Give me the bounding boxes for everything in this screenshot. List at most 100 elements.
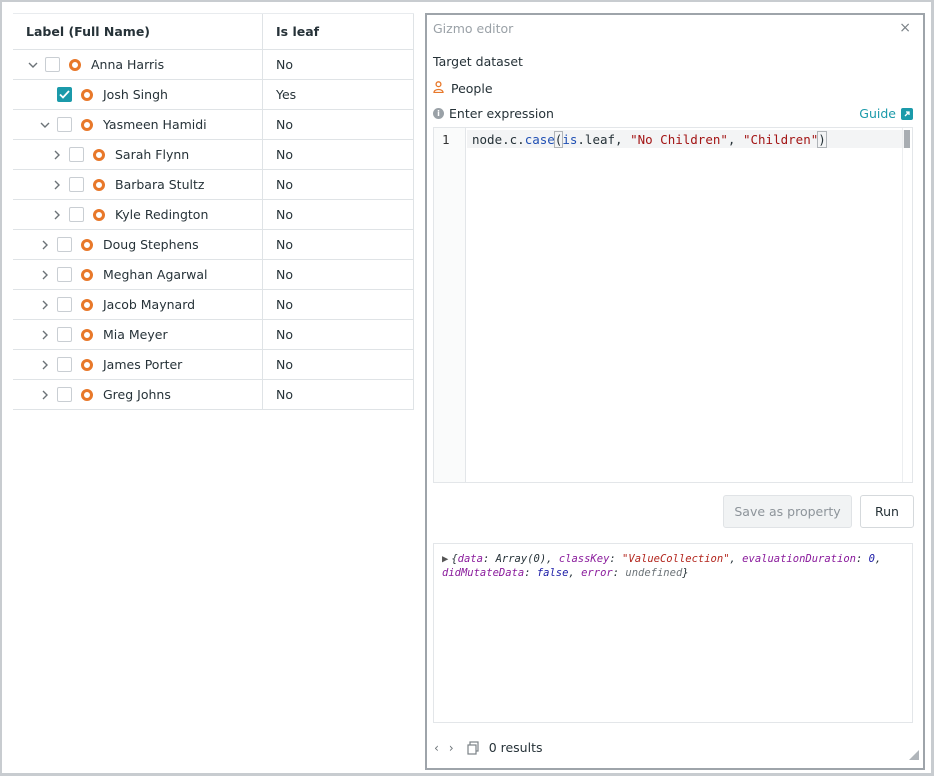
target-dataset-value[interactable]: People — [433, 81, 493, 96]
table-row[interactable]: James Porter No — [13, 350, 414, 380]
code-scrollbar[interactable] — [902, 128, 912, 482]
chevron-right-icon[interactable] — [39, 269, 51, 281]
row-checkbox[interactable] — [57, 87, 72, 102]
chevron-right-icon[interactable] — [51, 149, 63, 161]
table-row[interactable]: Greg Johns No — [13, 380, 414, 410]
column-header-is-leaf[interactable]: Is leaf — [263, 14, 414, 49]
chevron-down-icon[interactable] — [39, 119, 51, 131]
code-token-bracket: ) — [817, 131, 827, 148]
label-cell: Greg Johns — [13, 380, 263, 409]
chevron-right-icon[interactable] — [39, 359, 51, 371]
resize-handle-icon[interactable] — [909, 749, 919, 764]
copy-icon[interactable] — [467, 740, 479, 755]
is-leaf-cell: Yes — [263, 80, 414, 109]
code-token-keyword: is — [562, 132, 578, 147]
expand-result-icon[interactable]: ▶ — [442, 553, 448, 565]
expression-label-row: i Enter expression — [433, 106, 554, 121]
node-circle-icon — [81, 358, 93, 371]
table-row[interactable]: Anna Harris No — [13, 50, 414, 80]
node-circle-icon — [69, 58, 81, 71]
is-leaf-cell: No — [263, 170, 414, 199]
console-text: , — [874, 553, 882, 565]
row-label: Jacob Maynard — [103, 297, 196, 312]
chevron-right-icon[interactable] — [39, 299, 51, 311]
console-key: error — [581, 567, 613, 579]
label-cell: Sarah Flynn — [13, 140, 263, 169]
table-row[interactable]: Mia Meyer No — [13, 320, 414, 350]
run-button[interactable]: Run — [860, 495, 914, 528]
chevron-right-icon[interactable] — [51, 179, 63, 191]
row-checkbox[interactable] — [57, 117, 72, 132]
label-cell: Anna Harris — [13, 50, 263, 79]
node-circle-icon — [93, 178, 105, 191]
code-token-string: "Children" — [742, 132, 819, 147]
console-string: "ValueCollection" — [622, 553, 730, 565]
line-gutter: 1 — [434, 128, 466, 482]
console-text: : — [612, 567, 626, 579]
chevron-down-icon[interactable] — [27, 59, 39, 71]
guide-link[interactable]: Guide — [859, 106, 913, 121]
console-key: classKey — [558, 553, 610, 565]
console-text: : — [609, 553, 623, 565]
table-row[interactable]: Doug Stephens No — [13, 230, 414, 260]
node-circle-icon — [93, 148, 105, 161]
row-checkbox[interactable] — [57, 297, 72, 312]
console-key: didMutateData — [442, 567, 525, 579]
table-row[interactable]: Meghan Agarwal No — [13, 260, 414, 290]
code-editor[interactable]: 1 node.c.case(is.leaf, "No Children", "C… — [433, 127, 913, 483]
is-leaf-cell: No — [263, 230, 414, 259]
label-cell: Doug Stephens — [13, 230, 263, 259]
row-checkbox[interactable] — [45, 57, 60, 72]
row-checkbox[interactable] — [57, 237, 72, 252]
row-label: Meghan Agarwal — [103, 267, 208, 282]
console-text: : — [855, 553, 869, 565]
scrollbar-thumb[interactable] — [904, 130, 910, 148]
code-line[interactable]: node.c.case(is.leaf, "No Children", "Chi… — [472, 131, 827, 148]
table-row[interactable]: Kyle Redington No — [13, 200, 414, 230]
label-cell: Kyle Redington — [13, 200, 263, 229]
node-circle-icon — [81, 118, 93, 131]
code-token: node.c. — [472, 132, 525, 147]
row-checkbox[interactable] — [57, 327, 72, 342]
table-row[interactable]: Jacob Maynard No — [13, 290, 414, 320]
console-text: , — [568, 567, 582, 579]
expression-label: Enter expression — [449, 106, 554, 121]
info-icon[interactable]: i — [433, 108, 444, 119]
row-checkbox[interactable] — [57, 267, 72, 282]
code-token: .leaf, — [577, 132, 631, 147]
console-key: evaluationDuration — [742, 553, 856, 565]
close-icon[interactable]: × — [899, 20, 911, 36]
row-checkbox[interactable] — [69, 147, 84, 162]
is-leaf-cell: No — [263, 110, 414, 139]
node-circle-icon — [81, 268, 93, 281]
label-cell: Josh Singh — [13, 80, 263, 109]
label-cell: Jacob Maynard — [13, 290, 263, 319]
table-row[interactable]: Josh Singh Yes — [13, 80, 414, 110]
chevron-right-icon[interactable] — [39, 389, 51, 401]
app-frame: Label (Full Name) Is leaf Anna Harris No J… — [0, 0, 934, 776]
is-leaf-cell: No — [263, 320, 414, 349]
grid-body: Anna Harris No Josh Singh Yes Yasmeen Hamidi… — [13, 50, 414, 410]
column-header-label[interactable]: Label (Full Name) — [13, 14, 263, 49]
row-label: Barbara Stultz — [115, 177, 205, 192]
is-leaf-cell: No — [263, 380, 414, 409]
row-checkbox[interactable] — [69, 207, 84, 222]
node-circle-icon — [81, 328, 93, 341]
table-row[interactable]: Yasmeen Hamidi No — [13, 110, 414, 140]
is-leaf-cell: No — [263, 290, 414, 319]
chevron-right-icon[interactable] — [39, 239, 51, 251]
row-checkbox[interactable] — [69, 177, 84, 192]
console-text: , — [729, 553, 743, 565]
row-checkbox[interactable] — [57, 357, 72, 372]
editor-footer: ‹ › 0 results — [433, 740, 543, 755]
chevron-right-icon[interactable] — [51, 209, 63, 221]
table-row[interactable]: Barbara Stultz No — [13, 170, 414, 200]
row-label: Sarah Flynn — [115, 147, 190, 162]
chevron-right-icon[interactable] — [39, 329, 51, 341]
row-checkbox[interactable] — [57, 387, 72, 402]
code-braces-icon[interactable]: ‹ › — [433, 741, 455, 755]
code-token-function: case — [524, 132, 555, 147]
is-leaf-cell: No — [263, 260, 414, 289]
table-row[interactable]: Sarah Flynn No — [13, 140, 414, 170]
save-as-property-button[interactable]: Save as property — [723, 495, 852, 528]
